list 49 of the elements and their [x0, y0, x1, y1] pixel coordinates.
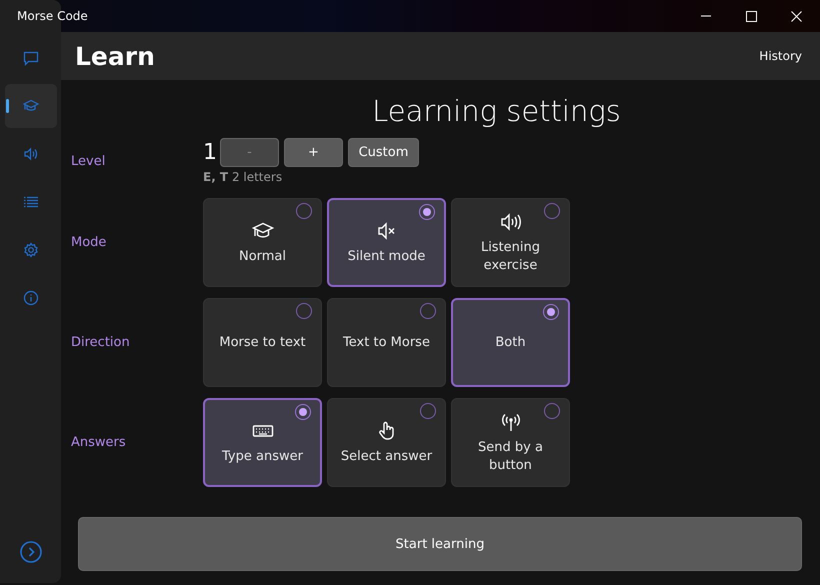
group-label: Answers — [71, 435, 127, 450]
history-link[interactable]: History — [759, 49, 802, 63]
info-icon — [22, 290, 38, 306]
window-title: Morse Code — [17, 9, 88, 23]
letters-info: E, T 2 letters — [203, 170, 284, 184]
radio-button[interactable] — [295, 404, 311, 420]
group-label: Mode — [71, 235, 108, 250]
close-icon[interactable] — [791, 10, 802, 22]
radio-button[interactable] — [544, 403, 560, 419]
option-label: Select answer — [340, 448, 434, 466]
option-label: Send by a button — [477, 438, 544, 474]
option-label: Silent mode — [346, 248, 426, 266]
option-card[interactable]: Send by a button — [451, 398, 570, 487]
option-label: Text to Morse — [342, 334, 431, 352]
option-card[interactable]: Type answer — [203, 398, 322, 487]
maximize-icon[interactable] — [746, 10, 757, 22]
group-label: Direction — [71, 335, 131, 350]
level-button[interactable]: + — [284, 138, 343, 167]
radio-button[interactable] — [420, 303, 436, 319]
start-button[interactable]: Start learning — [78, 517, 802, 571]
settings-icon — [22, 242, 38, 258]
chat-icon — [22, 50, 38, 66]
nav-item[interactable] — [4, 84, 56, 128]
option-card[interactable]: Listening exercise — [451, 198, 570, 287]
option-label: Listening exercise — [480, 238, 542, 274]
option-label: Type answer — [221, 448, 304, 466]
radio-button[interactable] — [543, 304, 559, 320]
option-card[interactable]: Select answer — [327, 398, 446, 487]
page-title: Learn — [75, 42, 155, 70]
settings-heading: Learning settings — [371, 94, 622, 128]
radio-button[interactable] — [296, 303, 312, 319]
radio-button[interactable] — [296, 203, 312, 219]
radio-button[interactable] — [544, 203, 560, 219]
level-button[interactable]: Custom — [348, 138, 419, 167]
expand-icon[interactable] — [20, 541, 42, 563]
list-icon — [22, 194, 38, 210]
level-label: Level — [71, 154, 106, 169]
option-card[interactable]: Text to Morse — [327, 298, 446, 387]
option-card[interactable]: Silent mode — [327, 198, 446, 287]
radio-button[interactable] — [419, 204, 435, 220]
option-label: Morse to text — [218, 334, 307, 352]
option-card[interactable]: Morse to text — [203, 298, 322, 387]
option-card[interactable]: Both — [451, 298, 570, 387]
speaker-icon — [22, 146, 38, 162]
option-card[interactable]: Normal — [203, 198, 322, 287]
level-value: 1 — [203, 140, 215, 165]
option-label: Normal — [238, 248, 288, 266]
option-label: Both — [494, 334, 527, 352]
radio-button[interactable] — [420, 403, 436, 419]
